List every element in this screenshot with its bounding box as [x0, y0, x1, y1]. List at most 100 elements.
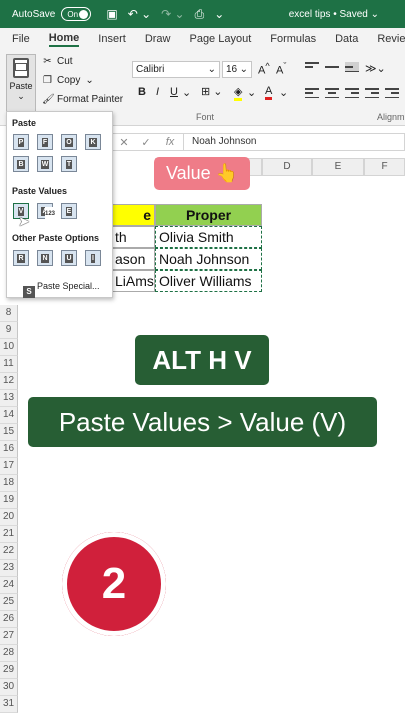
paste-formatting-icon[interactable]: R: [13, 250, 29, 266]
paste-link-icon[interactable]: N: [37, 250, 53, 266]
autosave-toggle[interactable]: On: [61, 7, 92, 21]
align-center-icon[interactable]: [325, 88, 339, 98]
align-bottom-icon[interactable]: [345, 62, 359, 72]
align-middle-icon[interactable]: [325, 62, 339, 72]
cut-button[interactable]: ✂ Cut: [42, 56, 73, 67]
row-header[interactable]: 19: [0, 492, 18, 509]
enter-icon[interactable]: ✓: [135, 136, 157, 149]
paste-button[interactable]: Paste ⌄: [6, 54, 36, 116]
table-header-cell[interactable]: e: [112, 204, 155, 226]
increase-indent-icon[interactable]: [385, 88, 399, 98]
row-header[interactable]: 8: [0, 305, 18, 322]
row-header[interactable]: 29: [0, 662, 18, 679]
paste-transpose-icon[interactable]: T: [61, 156, 77, 172]
cut-label: Cut: [57, 56, 73, 67]
paste-label: Paste: [9, 81, 33, 91]
paste-no-borders-icon[interactable]: B: [13, 156, 29, 172]
undo-icon[interactable]: ↶ ⌄: [128, 7, 151, 21]
table-cell[interactable]: Noah Johnson: [155, 248, 262, 270]
column-header-e[interactable]: E: [312, 158, 364, 176]
row-header[interactable]: 14: [0, 407, 18, 424]
paste-special-item[interactable]: Paste Special...: [37, 281, 100, 291]
tab-data[interactable]: Data: [335, 33, 358, 45]
row-header[interactable]: 12: [0, 373, 18, 390]
table-cell[interactable]: Olivia Smith: [155, 226, 262, 248]
row-header[interactable]: 10: [0, 339, 18, 356]
row-header[interactable]: 21: [0, 526, 18, 543]
tab-draw[interactable]: Draw: [145, 33, 171, 45]
row-header[interactable]: 13: [0, 390, 18, 407]
row-header[interactable]: 20: [0, 509, 18, 526]
decrease-font-icon[interactable]: Aˇ: [276, 61, 286, 77]
row-header[interactable]: 27: [0, 628, 18, 645]
underline-icon[interactable]: U: [170, 86, 178, 98]
mouse-pointer-icon: ➤: [18, 213, 30, 229]
formula-input[interactable]: Noah Johnson: [183, 134, 404, 150]
cancel-icon[interactable]: ✕: [113, 136, 135, 149]
tab-file[interactable]: File: [12, 33, 30, 45]
row-header[interactable]: 17: [0, 458, 18, 475]
row-header[interactable]: 16: [0, 441, 18, 458]
paste-formulas-icon[interactable]: F: [37, 134, 53, 150]
vertical-align-row: ≫⌄: [305, 62, 386, 75]
table-cell[interactable]: ason: [112, 248, 155, 270]
tab-insert[interactable]: Insert: [98, 33, 126, 45]
font-color-icon[interactable]: A: [265, 85, 273, 100]
paste-linked-picture-icon[interactable]: I: [85, 250, 101, 266]
paste-values-number-format-icon[interactable]: A123: [37, 203, 55, 221]
document-title[interactable]: excel tips • Saved ⌄: [289, 9, 379, 20]
print-icon[interactable]: ⎙: [195, 7, 205, 22]
save-icon[interactable]: ▣: [106, 7, 117, 21]
font-size-select[interactable]: 16 ⌄: [222, 61, 252, 78]
italic-icon[interactable]: I: [156, 86, 159, 98]
tab-formulas[interactable]: Formulas: [270, 33, 316, 45]
tab-review[interactable]: Revie: [377, 33, 405, 45]
align-right-icon[interactable]: [345, 88, 359, 98]
format-painter-button[interactable]: 🖌 Format Painter: [42, 94, 123, 105]
row-header[interactable]: 30: [0, 679, 18, 696]
chevron-down-icon[interactable]: ⌄: [182, 86, 191, 99]
row-header[interactable]: 25: [0, 594, 18, 611]
chevron-down-icon[interactable]: ⌄: [247, 86, 256, 99]
scissors-icon: ✂: [43, 56, 52, 67]
table-cell[interactable]: LiAms: [112, 270, 155, 292]
tab-home[interactable]: Home: [48, 32, 80, 47]
toggle-knob: [79, 9, 89, 19]
paste-formulas-format-icon[interactable]: O: [61, 134, 77, 150]
row-header[interactable]: 23: [0, 560, 18, 577]
paste-option-icon[interactable]: P: [13, 134, 29, 150]
decrease-indent-icon[interactable]: [365, 88, 379, 98]
row-header[interactable]: 24: [0, 577, 18, 594]
paste-picture-icon[interactable]: U: [61, 250, 77, 266]
paste-keep-widths-icon[interactable]: W: [37, 156, 53, 172]
redo-icon[interactable]: ↷ ⌄: [161, 7, 184, 21]
row-header[interactable]: 26: [0, 611, 18, 628]
paste-values-source-format-icon[interactable]: E: [61, 203, 77, 219]
fill-color-icon[interactable]: ◈: [234, 85, 243, 101]
column-header-f[interactable]: F: [364, 158, 405, 176]
increase-font-icon[interactable]: A^: [258, 61, 270, 77]
align-top-icon[interactable]: [305, 62, 319, 72]
table-cell[interactable]: th: [112, 226, 155, 248]
row-header[interactable]: 22: [0, 543, 18, 560]
font-name-select[interactable]: Calibri ⌄: [132, 61, 220, 78]
row-header[interactable]: 31: [0, 696, 18, 713]
paste-keep-source-icon[interactable]: K: [85, 134, 101, 150]
column-header-d[interactable]: D: [262, 158, 312, 176]
table-header-cell[interactable]: Proper: [155, 204, 262, 226]
align-left-icon[interactable]: [305, 88, 319, 98]
chevron-down-icon[interactable]: ⌄: [279, 86, 288, 99]
row-header[interactable]: 11: [0, 356, 18, 373]
table-cell[interactable]: Oliver Williams: [155, 270, 262, 292]
row-header[interactable]: 18: [0, 475, 18, 492]
customize-qat-icon[interactable]: ⌄: [214, 7, 224, 21]
borders-icon[interactable]: ⊞ ⌄: [201, 85, 223, 98]
orientation-icon[interactable]: ≫⌄: [365, 62, 386, 75]
bold-icon[interactable]: B: [138, 86, 146, 98]
row-header[interactable]: 9: [0, 322, 18, 339]
tab-page-layout[interactable]: Page Layout: [189, 33, 251, 45]
row-header[interactable]: 15: [0, 424, 18, 441]
row-header[interactable]: 28: [0, 645, 18, 662]
fx-label[interactable]: fx: [157, 136, 183, 148]
copy-button[interactable]: ❐ Copy ⌄: [42, 75, 94, 86]
